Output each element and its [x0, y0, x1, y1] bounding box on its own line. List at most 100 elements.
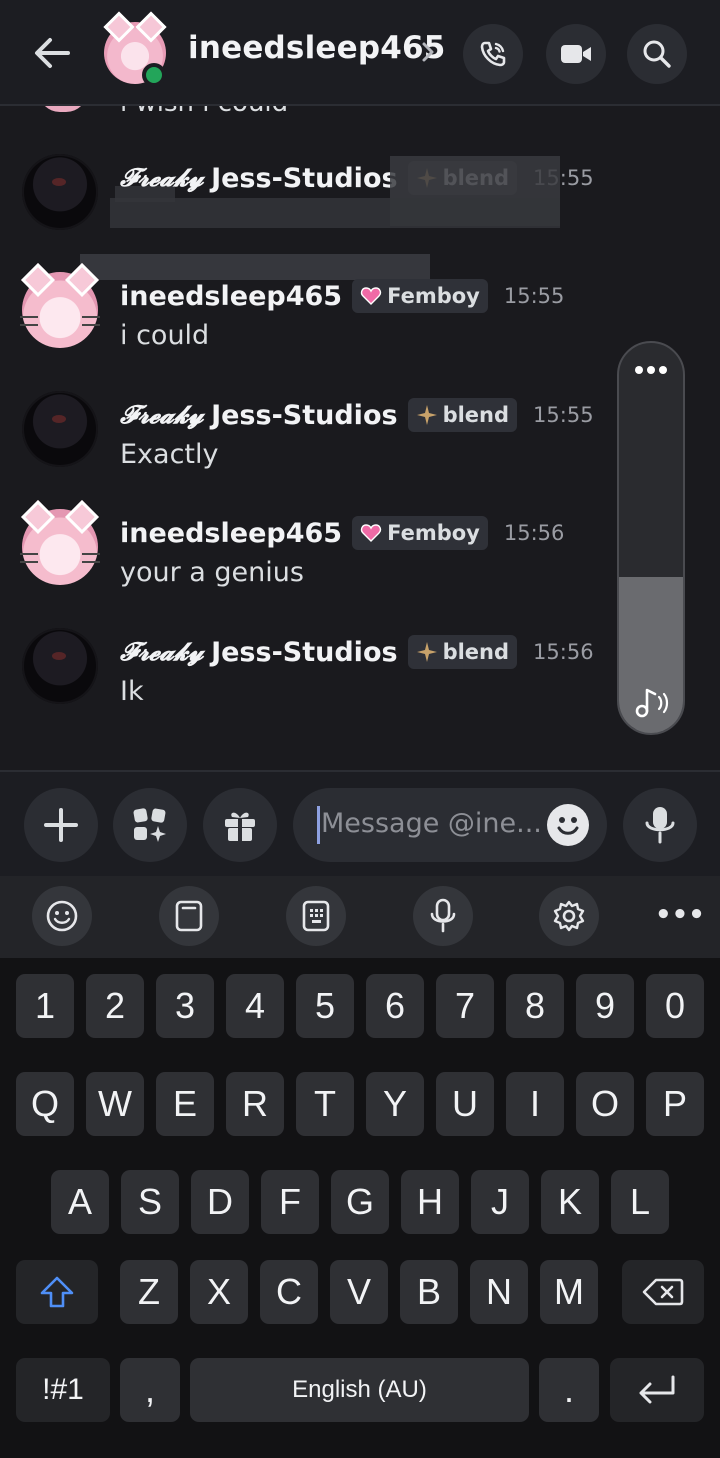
- keyboard-toolbar: •••: [0, 876, 720, 958]
- key-k[interactable]: K: [541, 1170, 599, 1234]
- key-p[interactable]: P: [646, 1072, 704, 1136]
- key-4[interactable]: 4: [226, 974, 284, 1038]
- key-e[interactable]: E: [156, 1072, 214, 1136]
- message-input[interactable]: Message @ine...: [293, 788, 607, 862]
- key-a[interactable]: A: [51, 1170, 109, 1234]
- heart-icon: [360, 524, 382, 542]
- role-tag[interactable]: Femboy: [352, 279, 488, 313]
- key-8[interactable]: 8: [506, 974, 564, 1038]
- message-item[interactable]: 𝓕𝓻𝓮𝓪𝓴𝔂 Jess-Studios blend 15:55 Exactly: [0, 391, 600, 501]
- keyboard-emoji-button[interactable]: [32, 886, 92, 946]
- dm-username[interactable]: ineedsleep465: [188, 30, 446, 66]
- key-w[interactable]: W: [86, 1072, 144, 1136]
- keyboard-more-button[interactable]: •••: [655, 900, 705, 930]
- apps-button[interactable]: [113, 788, 187, 862]
- key-c[interactable]: C: [260, 1260, 318, 1324]
- key-u[interactable]: U: [436, 1072, 494, 1136]
- message-item[interactable]: ineedsleep465 Femboy 15:55 i could: [0, 263, 600, 382]
- key-j[interactable]: J: [471, 1170, 529, 1234]
- author-name[interactable]: ineedsleep465: [120, 281, 342, 312]
- avatar[interactable]: [22, 154, 98, 230]
- key-q[interactable]: Q: [16, 1072, 74, 1136]
- sparkle-icon: [416, 642, 437, 662]
- key-h[interactable]: H: [401, 1170, 459, 1234]
- key-9[interactable]: 9: [576, 974, 634, 1038]
- key-o[interactable]: O: [576, 1072, 634, 1136]
- chevron-right-icon[interactable]: [418, 38, 438, 66]
- avatar[interactable]: [20, 500, 100, 585]
- avatar[interactable]: [22, 391, 98, 467]
- message-item[interactable]: ineedsleep465 Femboy 15:56 your a genius: [0, 500, 600, 619]
- key-6[interactable]: 6: [366, 974, 424, 1038]
- more-options-icon[interactable]: [619, 361, 683, 380]
- role-tag[interactable]: blend: [407, 398, 518, 432]
- keyboard-settings-button[interactable]: [539, 886, 599, 946]
- gift-icon: [225, 812, 255, 841]
- add-attachment-button[interactable]: [24, 788, 98, 862]
- symbols-key[interactable]: !#1: [16, 1358, 110, 1422]
- clipboard-button[interactable]: [159, 886, 219, 946]
- emoji-picker-button[interactable]: [547, 804, 589, 846]
- text-caret: [317, 806, 320, 844]
- apps-sparkle-icon: [133, 808, 166, 842]
- key-r[interactable]: R: [226, 1072, 284, 1136]
- author-prefix: 𝓕𝓻𝓮𝓪𝓴𝔂: [120, 637, 204, 666]
- period-key[interactable]: .: [539, 1358, 599, 1422]
- shift-key[interactable]: [16, 1260, 98, 1324]
- keyboard-voice-input-button[interactable]: [413, 886, 473, 946]
- key-v[interactable]: V: [330, 1260, 388, 1324]
- author-name[interactable]: Jess-Studios: [211, 400, 397, 431]
- message-text: Ik: [120, 676, 144, 707]
- message-list[interactable]: i wish i could 𝓕𝓻𝓮𝓪𝓴𝔂 Jess-Studios blend…: [0, 106, 720, 770]
- key-i[interactable]: I: [506, 1072, 564, 1136]
- backspace-key[interactable]: [622, 1260, 704, 1324]
- clipboard-icon: [175, 900, 203, 932]
- timestamp: 15:55: [503, 284, 565, 308]
- comma-key[interactable]: ,: [120, 1358, 180, 1422]
- key-g[interactable]: G: [331, 1170, 389, 1234]
- key-d[interactable]: D: [191, 1170, 249, 1234]
- enter-key[interactable]: [610, 1358, 704, 1422]
- avatar[interactable]: [22, 628, 98, 704]
- key-l[interactable]: L: [611, 1170, 669, 1234]
- key-3[interactable]: 3: [156, 974, 214, 1038]
- role-tag-label: blend: [442, 640, 510, 664]
- key-m[interactable]: M: [540, 1260, 598, 1324]
- key-7[interactable]: 7: [436, 974, 494, 1038]
- microphone-icon: [430, 898, 456, 933]
- voice-call-button[interactable]: [463, 24, 523, 84]
- key-z[interactable]: Z: [120, 1260, 178, 1324]
- keypad-button[interactable]: [286, 886, 346, 946]
- role-tag[interactable]: Femboy: [352, 516, 488, 550]
- author-name[interactable]: ineedsleep465: [120, 518, 342, 549]
- key-s[interactable]: S: [121, 1170, 179, 1234]
- role-tag[interactable]: blend: [407, 635, 518, 669]
- message-header: ineedsleep465 Femboy 15:55: [120, 276, 564, 316]
- space-key[interactable]: English (AU): [190, 1358, 529, 1422]
- key-0[interactable]: 0: [646, 974, 704, 1038]
- voice-message-button[interactable]: [623, 788, 697, 862]
- key-2[interactable]: 2: [86, 974, 144, 1038]
- search-button[interactable]: [627, 24, 687, 84]
- redaction-blur: [110, 198, 560, 228]
- key-t[interactable]: T: [296, 1072, 354, 1136]
- smiley-icon: [46, 900, 78, 932]
- key-x[interactable]: X: [190, 1260, 248, 1324]
- online-status-icon: [142, 63, 166, 87]
- key-f[interactable]: F: [261, 1170, 319, 1234]
- author-name[interactable]: Jess-Studios: [211, 637, 397, 668]
- key-1[interactable]: 1: [16, 974, 74, 1038]
- key-y[interactable]: Y: [366, 1072, 424, 1136]
- role-tag-label: blend: [442, 403, 510, 427]
- video-call-button[interactable]: [546, 24, 606, 84]
- author-name[interactable]: Jess-Studios: [211, 163, 397, 194]
- key-5[interactable]: 5: [296, 974, 354, 1038]
- volume-slider[interactable]: [617, 341, 685, 735]
- message-item[interactable]: 𝓕𝓻𝓮𝓪𝓴𝔂 Jess-Studios blend 15:56 Ik: [0, 628, 600, 738]
- gift-button[interactable]: [203, 788, 277, 862]
- key-b[interactable]: B: [400, 1260, 458, 1324]
- key-n[interactable]: N: [470, 1260, 528, 1324]
- back-arrow-icon[interactable]: [30, 30, 76, 76]
- message-text: your a genius: [120, 557, 304, 588]
- avatar[interactable]: [20, 263, 100, 348]
